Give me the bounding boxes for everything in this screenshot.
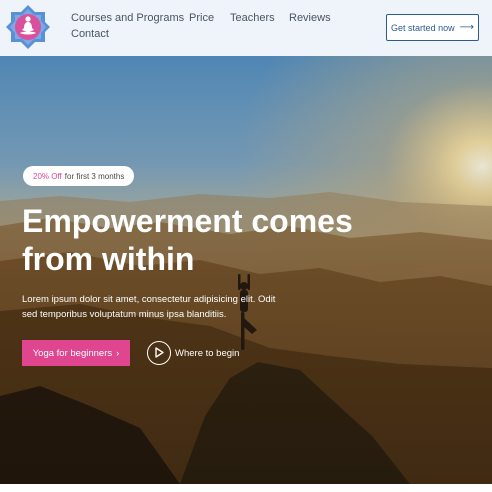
- promo-badge-accent: 20% Off: [33, 171, 62, 181]
- nav-teachers[interactable]: Teachers: [230, 12, 275, 24]
- promo-badge-text: for first 3 months: [64, 171, 125, 181]
- nav-price[interactable]: Price: [189, 12, 214, 24]
- hero-headline: Empowerment comes from within: [22, 203, 353, 277]
- hero-section: 20% Off for first 3 months Empowerment c…: [0, 56, 492, 484]
- yoga-for-beginners-button[interactable]: Yoga for beginners ›: [22, 340, 130, 366]
- site-header: Courses and Programs Price Teachers Revi…: [0, 0, 492, 56]
- lotus-meditation-icon[interactable]: [5, 4, 51, 50]
- play-icon[interactable]: [147, 341, 171, 365]
- nav-contact[interactable]: Contact: [71, 28, 109, 40]
- promo-badge: 20% Off for first 3 months: [23, 166, 135, 186]
- nav-courses-and-programs[interactable]: Courses and Programs: [71, 12, 184, 24]
- hero-subtext: Lorem ipsum dolor sit amet, consectetur …: [22, 294, 276, 320]
- yoga-for-beginners-label: Yoga for beginners: [32, 347, 113, 359]
- nav-reviews[interactable]: Reviews: [289, 12, 331, 24]
- page-bottom-strip: [0, 484, 492, 492]
- get-started-button[interactable]: Get started now ⟶: [386, 14, 479, 41]
- play-triangle-icon: [155, 347, 164, 358]
- arrow-right-icon: ⟶: [459, 21, 474, 33]
- get-started-label: Get started now: [391, 22, 455, 33]
- where-to-begin-link[interactable]: Where to begin: [175, 348, 239, 359]
- chevron-right-icon: ›: [116, 347, 120, 359]
